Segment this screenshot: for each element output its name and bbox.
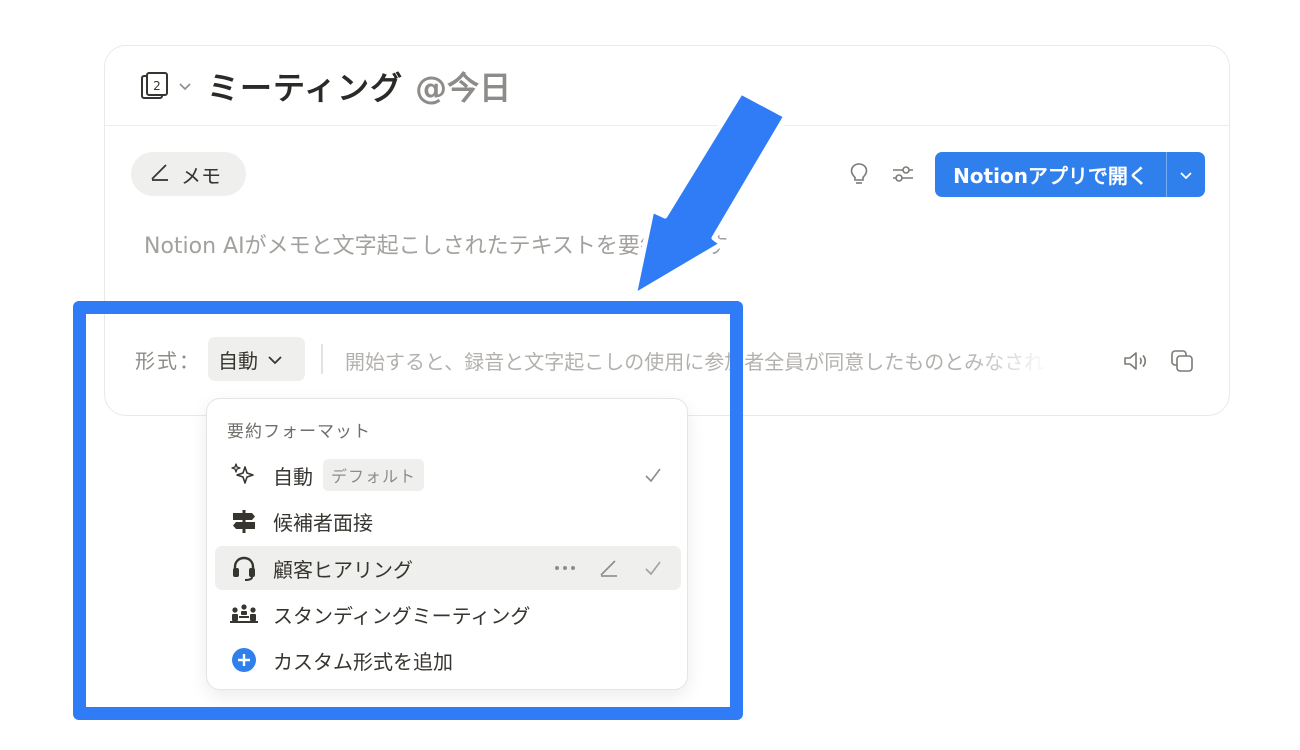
page-title: ミーティング [207,68,404,107]
menu-item-auto[interactable]: 自動 デフォルト [215,453,681,497]
chevron-down-icon [266,350,284,368]
lightbulb-icon[interactable] [845,160,873,188]
default-badge: デフォルト [323,459,425,491]
meeting-card: 2 ミーティング @今日 メモ Notionアプリで開く Notion AIがメ… [104,45,1230,416]
sparkle-icon [229,460,259,490]
menu-item-label: スタンディングミーティング [273,603,531,628]
chevron-down-icon[interactable] [175,76,195,96]
summary-format-menu: 要約フォーマット 自動 デフォルト 候補者面接 顧客ヒアリング スタンディングミ… [206,398,688,690]
summary-placeholder[interactable]: Notion AIがメモと文字起こしされたテキストを要約します [144,228,728,260]
format-select-value: 自動 [218,348,258,373]
people-icon [229,599,259,629]
menu-item-standing-meeting[interactable]: スタンディングミーティング [215,592,681,636]
menu-item-add-custom-format[interactable]: カスタム形式を追加 [215,638,681,682]
more-options-icon[interactable] [551,554,579,582]
open-in-app-button[interactable]: Notionアプリで開く [935,152,1205,197]
menu-item-label: 顧客ヒアリング [273,557,413,582]
format-select[interactable]: 自動 [208,337,305,381]
svg-text:2: 2 [153,79,161,93]
chevron-down-icon[interactable] [1167,152,1205,197]
settings-sliders-icon[interactable] [889,160,917,188]
format-label: 形式： [135,349,201,373]
meeting-header: 2 ミーティング @今日 [105,46,1229,126]
pencil-icon [149,161,171,188]
menu-title: 要約フォーマット [227,422,371,442]
speaker-icon[interactable] [1121,346,1151,376]
divider [321,344,323,374]
copy-icon[interactable] [1167,346,1197,376]
menu-item-customer-hearing[interactable]: 顧客ヒアリング [215,546,681,590]
menu-item-label: カスタム形式を追加 [273,649,453,674]
date-mention[interactable]: @今日 [415,63,511,109]
checkmark-icon[interactable] [639,554,667,582]
signpost-icon [229,506,259,536]
calendar-icon[interactable]: 2 [137,68,173,104]
menu-item-candidate-interview[interactable]: 候補者面接 [215,499,681,543]
memo-tab[interactable]: メモ [131,152,246,196]
checkmark-icon [639,461,667,489]
plus-circle-icon [229,645,259,675]
open-in-app-label[interactable]: Notionアプリで開く [935,152,1167,197]
memo-tab-label: メモ [181,163,221,188]
menu-item-label: 自動 [273,464,313,489]
consent-text: 開始すると、録音と文字起こしの使用に参加者全員が同意したものとみなされます [345,350,1050,374]
edit-icon[interactable] [595,554,623,582]
menu-item-label: 候補者面接 [273,510,373,535]
headset-icon [229,553,259,583]
